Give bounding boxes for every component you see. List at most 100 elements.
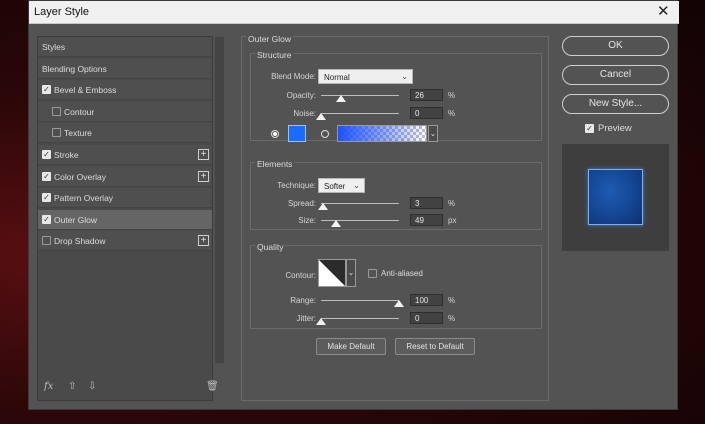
drop-shadow-checkbox[interactable] <box>42 236 51 246</box>
structure-header: Structure <box>255 50 294 60</box>
blend-mode-value: Normal <box>324 73 350 82</box>
range-input[interactable]: 100 <box>410 294 443 306</box>
add-drop-shadow-icon[interactable]: + <box>198 235 209 247</box>
styles-list-toolbar: fx ⇧ ⇩ 🗑 <box>38 377 219 401</box>
solid-color-radio[interactable] <box>271 130 279 138</box>
jitter-input[interactable]: 0 <box>410 312 443 324</box>
jitter-unit: % <box>448 314 456 323</box>
elements-group: Elements Technique: Softer ⌄ Spread: 3 %… <box>250 159 542 230</box>
range-label: Range: <box>290 296 316 305</box>
jitter-label: Jitter: <box>296 314 316 323</box>
spread-unit: % <box>448 199 456 208</box>
opacity-slider-track[interactable] <box>321 95 399 96</box>
style-item-stroke[interactable]: ✓ Stroke + <box>38 145 212 165</box>
noise-slider-track[interactable] <box>321 113 399 114</box>
add-color-overlay-icon[interactable]: + <box>198 170 209 182</box>
make-default-button[interactable]: Make Default <box>316 338 386 355</box>
style-item-label: Bevel & Emboss <box>54 85 117 96</box>
chevron-down-icon: ⌄ <box>353 181 360 190</box>
range-slider-track[interactable] <box>321 300 399 301</box>
style-item-label: Contour <box>64 106 95 117</box>
technique-dropdown[interactable]: Softer ⌄ <box>318 178 365 193</box>
style-item-texture[interactable]: Texture <box>38 123 212 144</box>
jitter-slider-track[interactable] <box>321 318 399 319</box>
texture-checkbox[interactable] <box>52 128 61 138</box>
quality-group: Quality Contour: ⌄ Anti-aliased Range: 1… <box>250 242 542 329</box>
style-item-outer-glow[interactable]: ✓ Outer Glow <box>38 209 212 230</box>
opacity-label: Opacity: <box>286 91 316 100</box>
fx-icon[interactable]: fx <box>44 381 53 392</box>
trash-icon[interactable]: 🗑 <box>206 381 219 392</box>
gradient-picker-arrow[interactable]: ⌄ <box>428 125 438 142</box>
contour-picker-arrow[interactable]: ⌄ <box>346 259 356 287</box>
style-item-label: Outer Glow <box>54 214 97 225</box>
contour-checkbox[interactable] <box>52 106 61 116</box>
ok-button[interactable]: OK <box>562 36 669 56</box>
style-item-styles[interactable]: Styles <box>38 37 212 57</box>
gradient-swatch[interactable] <box>337 125 427 142</box>
range-slider-thumb[interactable] <box>394 300 404 307</box>
preview-checkbox[interactable]: ✓ <box>585 124 594 133</box>
anti-aliased-checkbox[interactable] <box>368 269 377 278</box>
spread-slider-thumb[interactable] <box>318 203 329 210</box>
opacity-input[interactable]: 26 <box>410 89 443 101</box>
opacity-unit: % <box>448 91 456 100</box>
preview-thumbnail <box>588 169 643 225</box>
checkmark-icon: ✓ <box>586 124 593 133</box>
style-item-label: Styles <box>42 42 66 52</box>
style-item-label: Pattern Overlay <box>54 193 114 204</box>
style-item-blending-options[interactable]: Blending Options <box>38 58 212 79</box>
structure-group: Structure Blend Mode: Normal ⌄ Opacity: … <box>250 50 542 142</box>
anti-aliased-label: Anti-aliased <box>381 269 423 278</box>
contour-preview[interactable] <box>318 259 346 287</box>
chevron-down-icon: ⌄ <box>401 72 408 81</box>
add-stroke-icon[interactable]: + <box>198 149 209 160</box>
blend-mode-label: Blend Mode: <box>271 72 316 81</box>
style-item-pattern-overlay[interactable]: ✓ Pattern Overlay <box>38 188 212 209</box>
technique-label: Technique: <box>277 181 316 190</box>
new-style-button[interactable]: New Style... <box>562 94 669 114</box>
outer-glow-panel: Outer Glow Structure Blend Mode: Normal … <box>241 34 549 401</box>
style-item-label: Stroke <box>54 150 79 160</box>
style-item-drop-shadow[interactable]: Drop Shadow + <box>38 231 212 252</box>
contour-label: Contour: <box>285 271 316 280</box>
size-input[interactable]: 49 <box>410 214 443 226</box>
style-item-color-overlay[interactable]: ✓ Color Overlay + <box>38 166 212 187</box>
spread-label: Spread: <box>287 199 316 208</box>
style-item-contour[interactable]: Contour <box>38 101 212 122</box>
reset-to-default-button[interactable]: Reset to Default <box>395 338 475 355</box>
range-unit: % <box>448 296 456 305</box>
style-item-label: Color Overlay <box>54 171 106 182</box>
bevel-and-emboss-checkbox[interactable]: ✓ <box>42 85 51 95</box>
style-item-bevel-and-emboss[interactable]: ✓ Bevel & Emboss <box>38 80 212 101</box>
outer-glow-title: Outer Glow <box>246 34 293 44</box>
outer-glow-checkbox[interactable]: ✓ <box>42 214 51 224</box>
noise-input[interactable]: 0 <box>410 107 443 119</box>
pattern-overlay-checkbox[interactable]: ✓ <box>42 193 51 203</box>
size-slider-thumb[interactable] <box>331 220 342 227</box>
glow-color-swatch[interactable] <box>288 125 306 142</box>
size-unit: px <box>448 216 457 225</box>
spread-slider-track[interactable] <box>321 203 399 204</box>
opacity-slider-thumb[interactable] <box>336 95 347 102</box>
noise-label: Noise: <box>293 109 316 118</box>
blend-mode-dropdown[interactable]: Normal ⌄ <box>318 69 413 84</box>
styles-list-scrollbar[interactable] <box>215 37 224 363</box>
style-item-label: Blending Options <box>42 63 107 74</box>
quality-header: Quality <box>255 242 286 252</box>
move-up-icon[interactable]: ⇧ <box>68 381 76 392</box>
chevron-down-icon: ⌄ <box>347 268 355 277</box>
jitter-slider-thumb[interactable] <box>316 318 326 325</box>
chevron-down-icon: ⌄ <box>429 129 437 138</box>
gradient-radio[interactable] <box>321 130 329 138</box>
layer-style-dialog: Layer Style ✕ Styles Blending Options ✓ Bev… <box>28 0 679 410</box>
stroke-checkbox[interactable]: ✓ <box>42 150 51 159</box>
noise-unit: % <box>448 109 456 118</box>
color-overlay-checkbox[interactable]: ✓ <box>42 171 51 181</box>
move-down-icon[interactable]: ⇩ <box>88 381 96 392</box>
spread-input[interactable]: 3 <box>410 197 443 209</box>
title-bar: Layer Style ✕ <box>29 1 679 24</box>
close-icon[interactable]: ✕ <box>657 3 670 20</box>
noise-slider-thumb[interactable] <box>316 113 326 120</box>
cancel-button[interactable]: Cancel <box>562 65 669 85</box>
